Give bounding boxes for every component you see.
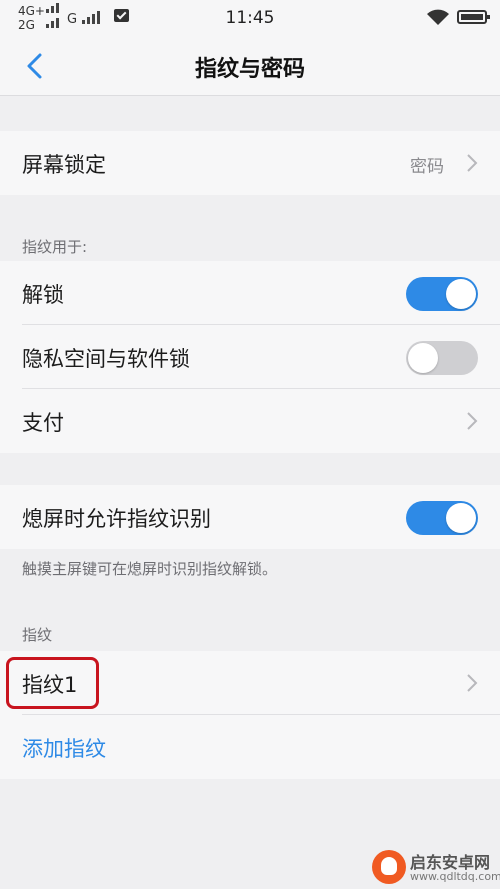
chevron-right-icon [467,674,478,692]
fingerprint-item-label: 指纹1 [22,673,78,697]
watermark-logo-icon [372,850,406,884]
watermark: 启东安卓网 www.qdltdq.com [370,848,500,886]
privacy-lock-toggle[interactable] [406,341,478,375]
chevron-right-icon [467,154,478,172]
toggle-knob [446,503,476,533]
privacy-lock-label: 隐私空间与软件锁 [22,347,190,371]
privacy-lock-row: 隐私空间与软件锁 [0,325,500,389]
screen-off-recognition-label: 熄屏时允许指纹识别 [22,507,211,531]
screen-off-hint: 触摸主屏键可在熄屏时识别指纹解锁。 [22,560,278,578]
add-fingerprint-row[interactable]: 添加指纹 [0,715,500,779]
status-bar: 4G+ 2G G 11:45 [0,0,500,36]
screen-lock-value: 密码 [410,157,444,177]
watermark-url: www.qdltdq.com [410,870,500,883]
wifi-icon [427,9,449,25]
unlock-row: 解锁 [0,261,500,325]
battery-icon [457,10,490,24]
add-fingerprint-button[interactable]: 添加指纹 [22,733,106,763]
page-title: 指纹与密码 [194,57,305,82]
fingerprints-header: 指纹 [22,626,53,644]
screen-off-recognition-row: 熄屏时允许指纹识别 [0,485,500,549]
status-time: 11:45 [225,8,275,28]
back-icon[interactable] [20,50,50,82]
screen-off-recognition-toggle[interactable] [406,501,478,535]
payment-row[interactable]: 支付 [0,389,500,453]
screen-lock-label: 屏幕锁定 [22,153,106,177]
fingerprint-usage-header: 指纹用于: [22,238,88,256]
toggle-knob [408,343,438,373]
nav-bar: 指纹与密码 [0,36,500,96]
screen-lock-row[interactable]: 屏幕锁定 密码 [0,131,500,195]
payment-label: 支付 [22,411,64,435]
fingerprint-item-row[interactable]: 指纹1 [0,651,500,715]
chevron-right-icon [467,412,478,430]
toggle-knob [446,279,476,309]
unlock-toggle[interactable] [406,277,478,311]
unlock-label: 解锁 [22,283,64,307]
